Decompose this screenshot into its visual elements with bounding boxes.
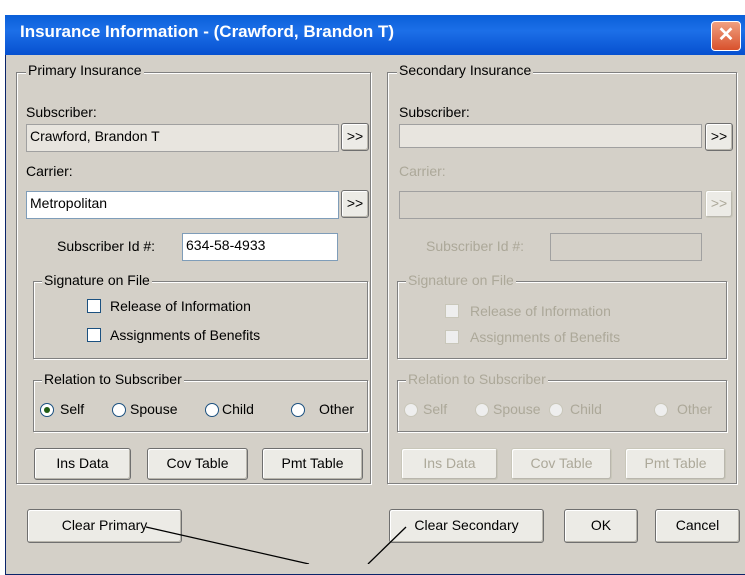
primary-insurance-legend: Primary Insurance <box>26 62 144 78</box>
primary-release-label: Release of Information <box>110 298 251 314</box>
primary-relation-other-label: Other <box>319 401 355 417</box>
secondary-relation-other-label: Other <box>677 401 713 417</box>
primary-carrier-lookup-button[interactable]: >> <box>341 190 369 218</box>
primary-cov-table-button[interactable]: Cov Table <box>147 448 248 480</box>
primary-relation-other-radio[interactable] <box>291 403 305 417</box>
secondary-subscriber-id-field[interactable] <box>550 233 702 261</box>
secondary-insurance-legend: Secondary Insurance <box>397 62 534 78</box>
primary-relation-self-radio[interactable] <box>40 403 54 417</box>
primary-subscriber-lookup-button[interactable]: >> <box>341 123 369 151</box>
primary-release-checkbox[interactable] <box>87 299 101 313</box>
secondary-carrier-label: Carrier: <box>399 163 446 179</box>
clear-secondary-button[interactable]: Clear Secondary <box>389 509 544 543</box>
secondary-carrier-field[interactable] <box>399 191 702 219</box>
ok-button[interactable]: OK <box>564 509 638 543</box>
secondary-pmt-table-button[interactable]: Pmt Table <box>625 448 726 480</box>
primary-subscriber-id-field[interactable]: 634-58-4933 <box>182 233 338 261</box>
primary-assignments-checkbox[interactable] <box>87 328 101 342</box>
secondary-subscriber-id-label: Subscriber Id #: <box>426 238 525 254</box>
primary-assignments-label: Assignments of Benefits <box>110 327 261 343</box>
secondary-ins-data-button[interactable]: Ins Data <box>401 448 498 480</box>
secondary-subscriber-label: Subscriber: <box>399 104 470 120</box>
secondary-carrier-lookup-button[interactable]: >> <box>705 190 733 218</box>
secondary-release-label: Release of Information <box>470 303 611 319</box>
secondary-relation-child-radio[interactable] <box>549 403 563 417</box>
secondary-relation-self-label: Self <box>423 401 448 417</box>
primary-signature-group <box>33 281 368 359</box>
secondary-relation-legend: Relation to Subscriber <box>406 371 548 387</box>
secondary-relation-spouse-label: Spouse <box>493 401 541 417</box>
primary-relation-child-label: Child <box>222 401 254 417</box>
primary-subscriber-label: Subscriber: <box>26 104 97 120</box>
close-button[interactable]: ✕ <box>711 21 741 51</box>
clear-primary-button[interactable]: Clear Primary <box>27 509 182 543</box>
secondary-subscriber-lookup-button[interactable]: >> <box>705 123 733 151</box>
primary-subscriber-id-label: Subscriber Id #: <box>57 238 156 254</box>
secondary-assignments-label: Assignments of Benefits <box>470 329 621 345</box>
secondary-relation-other-radio[interactable] <box>654 403 668 417</box>
secondary-relation-child-label: Child <box>570 401 602 417</box>
secondary-cov-table-button[interactable]: Cov Table <box>511 448 612 480</box>
primary-pmt-table-button[interactable]: Pmt Table <box>262 448 363 480</box>
primary-relation-legend: Relation to Subscriber <box>42 371 184 387</box>
secondary-relation-spouse-radio[interactable] <box>475 403 489 417</box>
secondary-signature-group <box>397 281 727 359</box>
primary-carrier-field[interactable]: Metropolitan <box>26 191 339 219</box>
window-title: Insurance Information - (Crawford, Brand… <box>20 22 395 41</box>
secondary-subscriber-field[interactable] <box>399 124 702 148</box>
secondary-relation-self-radio[interactable] <box>404 403 418 417</box>
secondary-release-checkbox[interactable] <box>445 304 459 318</box>
cancel-button[interactable]: Cancel <box>655 509 740 543</box>
primary-relation-self-label: Self <box>60 401 85 417</box>
primary-relation-child-radio[interactable] <box>205 403 219 417</box>
primary-signature-legend: Signature on File <box>42 272 152 288</box>
primary-ins-data-button[interactable]: Ins Data <box>34 448 131 480</box>
primary-relation-spouse-label: Spouse <box>130 401 178 417</box>
secondary-assignments-checkbox[interactable] <box>445 330 459 344</box>
primary-carrier-label: Carrier: <box>26 163 73 179</box>
secondary-signature-legend: Signature on File <box>406 272 516 288</box>
primary-relation-spouse-radio[interactable] <box>112 403 126 417</box>
primary-subscriber-field[interactable]: Crawford, Brandon T <box>26 124 339 152</box>
